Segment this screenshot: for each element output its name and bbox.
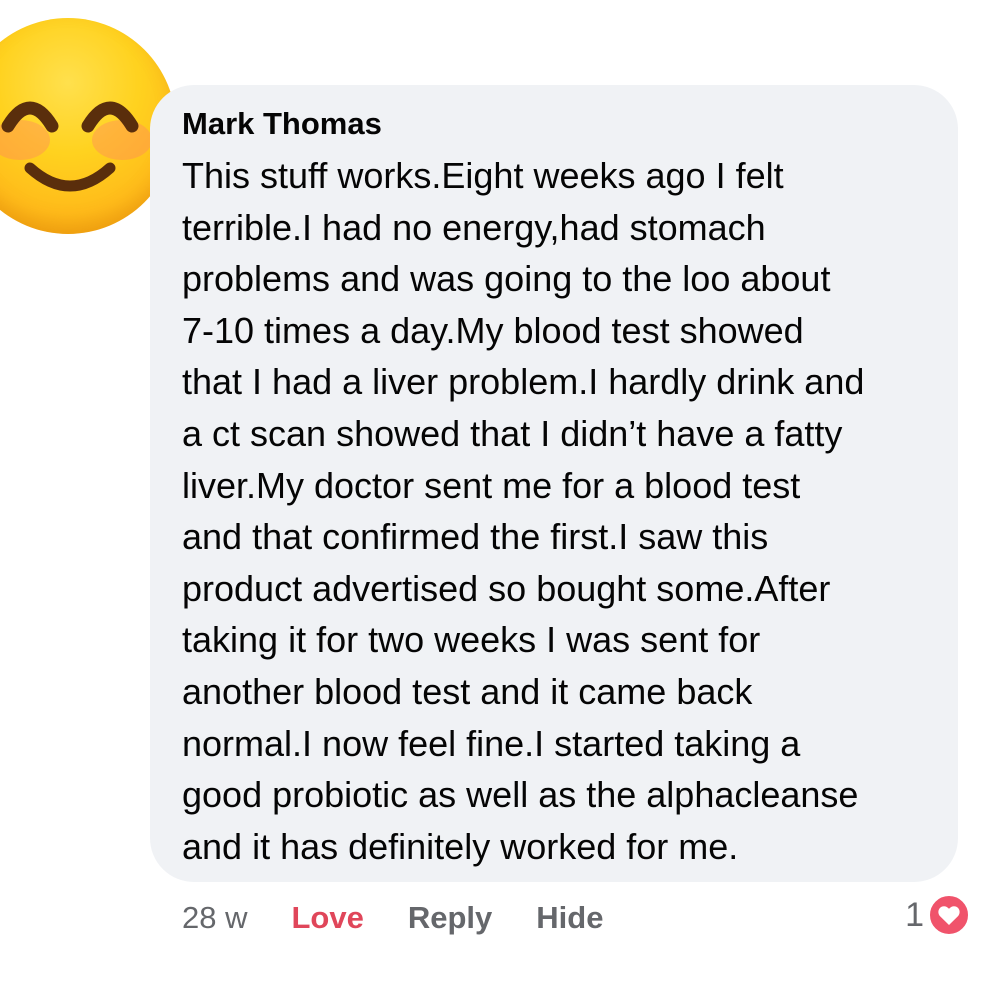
comment-line: another blood test and it came back [182,670,753,712]
comment-line: product advertised so bought some.After [182,567,831,609]
love-button[interactable]: Love [291,900,363,936]
comment-actions: 28 w Love Reply Hide [182,896,647,940]
comment-line: a ct scan showed that I didn’t have a fa… [182,412,843,454]
reaction-count: 1 [905,895,924,934]
comment-author[interactable]: Mark Thomas [182,106,382,142]
comment-line: that I had a liver problem.I hardly drin… [182,361,865,403]
comment-body: This stuff works.Eight weeks ago I felt … [182,150,952,872]
reaction-summary[interactable]: 1 [905,894,970,936]
comment-line: 7-10 times a day.My blood test showed [182,309,804,351]
hide-button[interactable]: Hide [536,900,603,936]
comment-line: normal.I now feel fine.I started taking … [182,722,801,764]
comment-line: problems and was going to the loo about [182,258,831,300]
comment-line: terrible.I had no energy,had stomach [182,206,766,248]
heart-reaction-icon [928,894,970,936]
comment-line: liver.My doctor sent me for a blood test [182,464,801,506]
comment-timestamp[interactable]: 28 w [182,900,247,936]
comment-line: taking it for two weeks I was sent for [182,619,761,661]
comment-line: This stuff works.Eight weeks ago I felt [182,155,784,196]
comment-line: and that confirmed the first.I saw this [182,516,769,558]
comment-line: and it has definitely worked for me. [182,825,739,867]
comment-line: good probiotic as well as the alphaclean… [182,774,859,816]
reply-button[interactable]: Reply [408,900,492,936]
